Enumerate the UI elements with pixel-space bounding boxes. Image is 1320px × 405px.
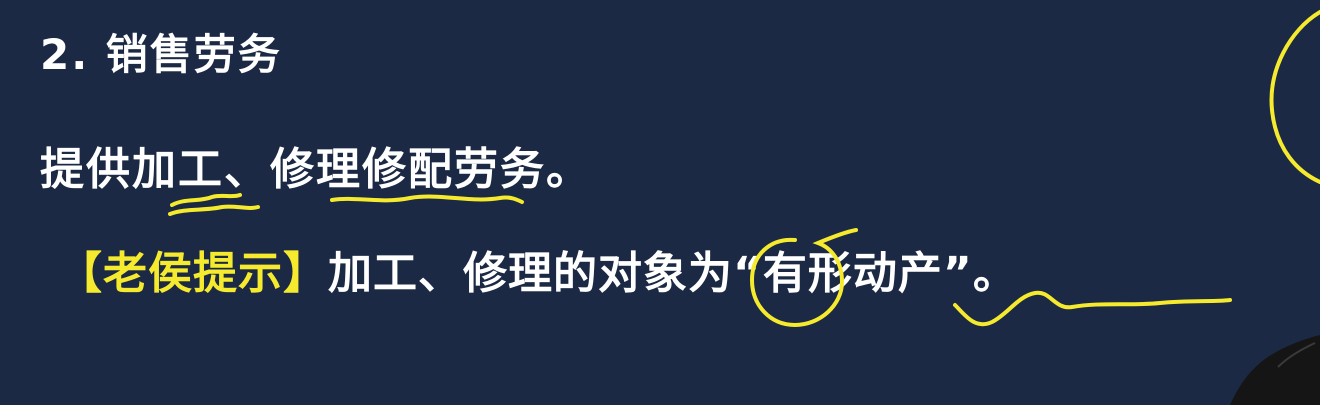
presenter-shoulder — [1230, 335, 1320, 405]
wavy-underline-processing-2 — [168, 204, 260, 216]
tip-text: 加工、修理的对象为“有形动产”。 — [328, 248, 1018, 299]
wavy-underline-processing — [170, 193, 242, 207]
definition-line: 提供加工、修理修配劳务。 — [40, 144, 592, 195]
slide: 2. 销售劳务 提供加工、修理修配劳务。 【老侯提示】加工、修理的对象为“有形动… — [0, 0, 1320, 405]
arc-annotation-top-right — [1269, 10, 1320, 184]
tip-line: 【老侯提示】加工、修理的对象为“有形动产”。 — [58, 252, 1018, 296]
tip-label: 【老侯提示】 — [58, 248, 328, 299]
underline-repair — [330, 194, 524, 204]
section-heading: 2. 销售劳务 — [40, 30, 282, 79]
